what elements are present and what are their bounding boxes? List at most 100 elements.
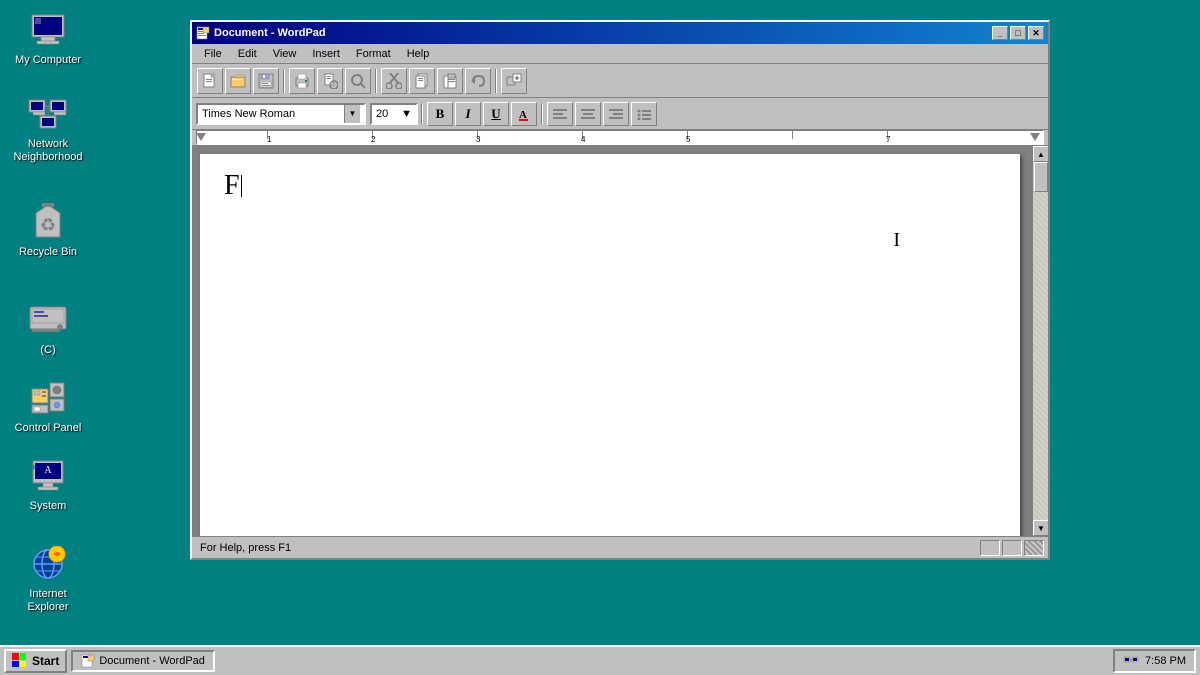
network-neighborhood-image <box>28 94 68 134</box>
align-right-button[interactable] <box>603 102 629 126</box>
doc-content-line: F <box>224 170 996 202</box>
c-drive-icon[interactable]: (C) <box>8 296 88 361</box>
menu-insert[interactable]: Insert <box>304 46 348 62</box>
font-dropdown-arrow[interactable]: ▼ <box>344 105 360 123</box>
find-button[interactable] <box>345 68 371 94</box>
doc-scroll[interactable]: F I <box>192 146 1032 536</box>
save-button[interactable] <box>253 68 279 94</box>
c-drive-image <box>28 300 68 340</box>
color-button[interactable]: A <box>511 102 537 126</box>
wordpad-window: Document - WordPad _ □ ✕ File Edit View … <box>190 20 1050 560</box>
menu-file[interactable]: File <box>196 46 230 62</box>
svg-text:A: A <box>44 465 52 476</box>
my-computer-image <box>28 10 68 50</box>
align-left-button[interactable] <box>547 102 573 126</box>
align-center-button[interactable] <box>575 102 601 126</box>
system-tray-time: 7:58 PM <box>1145 655 1186 667</box>
toolbar-sep-3 <box>495 69 497 93</box>
maximize-button[interactable]: □ <box>1010 26 1026 40</box>
doc-page[interactable]: F I <box>200 154 1020 536</box>
c-drive-label: (C) <box>40 344 55 357</box>
underline-label: U <box>491 106 500 122</box>
ruler: 1 2 3 4 5 7 <box>192 130 1048 146</box>
font-dropdown[interactable]: Times New Roman ▼ <box>196 103 366 125</box>
recycle-bin-image: ♻ <box>28 202 68 242</box>
open-button[interactable] <box>225 68 251 94</box>
bullet-list-button[interactable] <box>631 102 657 126</box>
format-toolbar: Times New Roman ▼ 20 ▼ B I U A <box>192 98 1048 130</box>
font-size-label: 20 <box>376 108 401 120</box>
status-box-3 <box>1024 540 1044 556</box>
minimize-button[interactable]: _ <box>992 26 1008 40</box>
ruler-right-indent[interactable] <box>1030 133 1040 141</box>
scroll-up-button[interactable]: ▲ <box>1033 146 1048 162</box>
network-neighborhood-label: Network Neighborhood <box>12 138 84 164</box>
svg-text:♻: ♻ <box>40 215 56 235</box>
scroll-down-button[interactable]: ▼ <box>1033 520 1048 536</box>
menu-edit[interactable]: Edit <box>230 46 265 62</box>
status-boxes <box>980 540 1044 556</box>
wordpad-title-icon <box>196 26 210 40</box>
system-label: System <box>30 500 67 513</box>
status-text: For Help, press F1 <box>196 542 980 554</box>
network-neighborhood-icon[interactable]: Network Neighborhood <box>8 90 88 168</box>
print-preview-button[interactable] <box>317 68 343 94</box>
internet-explorer-icon[interactable]: Internet Explorer <box>8 540 88 618</box>
system-icon[interactable]: A System <box>8 452 88 517</box>
scroll-thumb[interactable] <box>1034 162 1048 192</box>
doc-text: F <box>224 170 240 202</box>
menu-format[interactable]: Format <box>348 46 399 62</box>
format-sep-2 <box>541 104 543 124</box>
format-sep-1 <box>421 104 423 124</box>
copy-button[interactable] <box>409 68 435 94</box>
my-computer-label: My Computer <box>15 54 81 67</box>
internet-explorer-label: Internet Explorer <box>12 588 84 614</box>
ruler-left-indent[interactable] <box>196 133 206 141</box>
font-name-label: Times New Roman <box>202 108 344 120</box>
scroll-track[interactable] <box>1033 162 1048 520</box>
title-bar: Document - WordPad _ □ ✕ <box>192 22 1048 44</box>
start-label: Start <box>32 654 59 668</box>
print-button[interactable] <box>289 68 315 94</box>
status-bar: For Help, press F1 <box>192 536 1048 558</box>
status-box-2 <box>1002 540 1022 556</box>
bold-button[interactable]: B <box>427 102 453 126</box>
italic-label: I <box>465 106 470 122</box>
control-panel-image <box>28 378 68 418</box>
internet-explorer-image <box>28 544 68 584</box>
paste-button[interactable] <box>437 68 463 94</box>
cut-button[interactable] <box>381 68 407 94</box>
toolbar <box>192 64 1048 98</box>
start-button[interactable]: Start <box>4 649 67 673</box>
doc-area: F I ▲ ▼ <box>192 146 1048 536</box>
control-panel-label: Control Panel <box>15 422 82 435</box>
scrollbar-vertical: ▲ ▼ <box>1032 146 1048 536</box>
insert-object-button[interactable] <box>501 68 527 94</box>
my-computer-icon[interactable]: My Computer <box>8 6 88 71</box>
toolbar-sep-1 <box>283 69 285 93</box>
underline-button[interactable]: U <box>483 102 509 126</box>
taskbar-wordpad-icon <box>81 654 95 668</box>
menu-help[interactable]: Help <box>399 46 438 62</box>
ruler-inner: 1 2 3 4 5 7 <box>196 130 1044 145</box>
recycle-bin-icon[interactable]: ♻ Recycle Bin <box>8 198 88 263</box>
close-button[interactable]: ✕ <box>1028 26 1044 40</box>
text-cursor <box>241 175 242 197</box>
bold-label: B <box>436 106 445 122</box>
italic-button[interactable]: I <box>455 102 481 126</box>
taskbar-wordpad-button[interactable]: Document - WordPad <box>71 650 215 672</box>
ibeam-cursor: I <box>893 229 900 252</box>
size-dropdown[interactable]: 20 ▼ <box>370 103 418 125</box>
menu-view[interactable]: View <box>265 46 305 62</box>
tray-network-icon <box>1123 653 1139 669</box>
control-panel-icon[interactable]: Control Panel <box>8 374 88 439</box>
system-tray: 7:58 PM <box>1113 649 1196 673</box>
recycle-bin-label: Recycle Bin <box>19 246 77 259</box>
new-button[interactable] <box>197 68 223 94</box>
menu-bar: File Edit View Insert Format Help <box>192 44 1048 64</box>
window-title: Document - WordPad <box>214 27 990 39</box>
start-logo <box>12 653 28 669</box>
undo-button[interactable] <box>465 68 491 94</box>
size-dropdown-arrow[interactable]: ▼ <box>401 108 412 120</box>
taskbar-window-label: Document - WordPad <box>99 655 205 667</box>
